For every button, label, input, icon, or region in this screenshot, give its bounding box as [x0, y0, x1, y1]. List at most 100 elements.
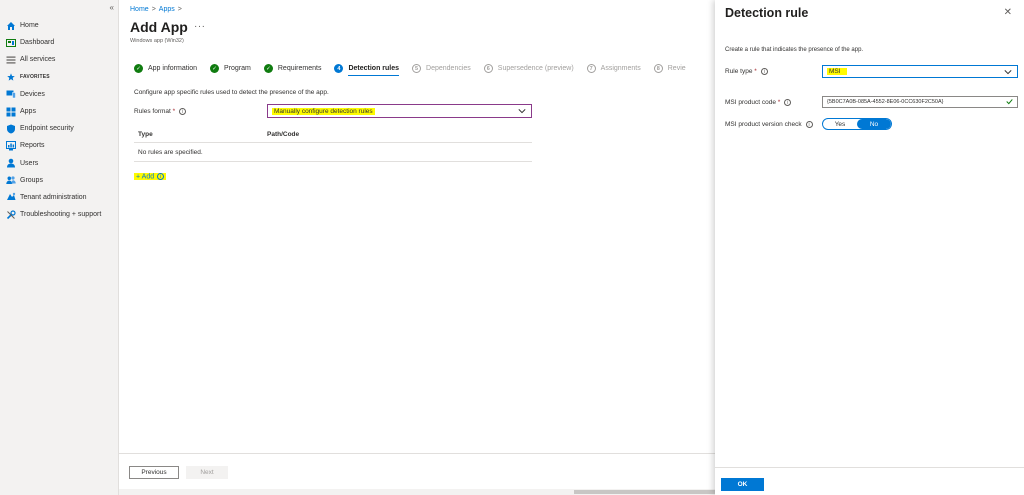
nav-item-dashboard[interactable]: Dashboard — [0, 34, 118, 51]
step-label: Requirements — [277, 65, 322, 72]
close-icon[interactable]: ✕ — [1004, 7, 1012, 18]
nav-item-label: Tenant administration — [20, 193, 87, 201]
step-number-icon: 5 — [412, 64, 422, 73]
breadcrumb-separator: > — [151, 6, 156, 13]
step-dependencies[interactable]: 5 Dependencies — [412, 64, 471, 73]
ok-button[interactable]: OK — [721, 478, 764, 491]
dashboard-icon — [6, 38, 16, 48]
breadcrumb: Home > Apps > — [130, 6, 185, 13]
breadcrumb-apps[interactable]: Apps — [159, 6, 175, 13]
product-code-label: MSI product code * i — [725, 99, 792, 107]
nav-item-label: Home — [20, 22, 39, 30]
nav-item-label: Groups — [20, 176, 43, 184]
step-number-icon: 7 — [586, 64, 596, 73]
panel-description: Create a rule that indicates the presenc… — [725, 47, 864, 53]
add-rule-link[interactable]: + Add i — [134, 173, 167, 181]
info-icon[interactable]: i — [784, 99, 792, 106]
step-program[interactable]: ✓ Program — [210, 64, 251, 73]
step-label: Detection rules — [348, 65, 400, 77]
panel-footer: OK — [715, 467, 1024, 495]
nav-item-label: Troubleshooting + support — [20, 211, 102, 219]
info-icon[interactable]: i — [805, 121, 813, 128]
nav-item-label: Dashboard — [20, 39, 55, 47]
previous-button[interactable]: Previous — [129, 466, 179, 479]
table-empty-row: No rules are specified. — [134, 143, 532, 162]
rule-type-label: Rule type * i — [725, 68, 768, 75]
nav-item-groups[interactable]: Groups — [0, 172, 118, 189]
version-check-label: MSI product version check i — [725, 121, 813, 128]
list-icon — [6, 55, 16, 65]
nav-item-label: Devices — [20, 90, 45, 98]
collapse-nav-icon[interactable]: « — [110, 3, 114, 12]
nav-item-devices[interactable]: Devices — [0, 86, 118, 103]
info-icon[interactable]: i — [179, 108, 187, 115]
nav-item-home[interactable]: Home — [0, 17, 118, 34]
info-icon[interactable]: i — [157, 173, 165, 180]
favorites-header: FAVORITES — [0, 69, 118, 86]
nav-item-tenant-administration[interactable]: Tenant administration — [0, 189, 118, 206]
step-assignments[interactable]: 7 Assignments — [586, 64, 641, 73]
rule-type-dropdown[interactable]: MSI — [822, 65, 1018, 78]
nav-item-users[interactable]: Users — [0, 155, 118, 172]
user-icon — [6, 158, 16, 168]
nav-item-all-services[interactable]: All services — [0, 51, 118, 68]
home-icon — [6, 21, 16, 31]
step-detection-rules[interactable]: 4 Detection rules — [334, 64, 400, 77]
required-marker: * — [777, 99, 781, 107]
version-check-toggle[interactable]: Yes No — [822, 118, 892, 130]
step-app-information[interactable]: ✓ App information — [134, 64, 197, 73]
check-icon: ✓ — [210, 64, 220, 73]
detection-rule-panel: Detection rule ✕ Create a rule that indi… — [715, 0, 1024, 495]
nav-item-reports[interactable]: Reports — [0, 137, 118, 154]
left-nav: « Home Dashboard All services FAVORITES — [0, 0, 119, 495]
version-check-label-text: MSI product version check — [725, 121, 802, 129]
nav-item-label: Endpoint security — [20, 125, 74, 133]
next-button[interactable]: Next — [186, 466, 228, 479]
page-subtitle: Windows app (Win32) — [130, 38, 184, 44]
breadcrumb-home[interactable]: Home — [130, 6, 149, 13]
tools-icon — [6, 210, 16, 220]
step-label: Supersedence (preview) — [497, 65, 574, 72]
add-rule-label: + Add — [136, 173, 155, 181]
nav-item-endpoint-security[interactable]: Endpoint security — [0, 120, 118, 137]
shield-icon — [6, 124, 16, 134]
nav-item-label: Users — [20, 159, 39, 167]
apps-icon — [6, 107, 16, 117]
wizard-footer: Previous Next — [119, 453, 715, 489]
toggle-yes[interactable]: Yes — [823, 119, 857, 129]
table-header: Type Path/Code — [134, 127, 532, 143]
step-number-icon: 4 — [334, 64, 344, 73]
step-supersedence[interactable]: 6 Supersedence (preview) — [483, 64, 574, 73]
check-icon: ✓ — [263, 64, 273, 73]
scrollbar-thumb[interactable] — [574, 490, 715, 494]
nav-item-troubleshooting[interactable]: Troubleshooting + support — [0, 206, 118, 223]
step-review[interactable]: 8 Revie — [653, 64, 686, 73]
nav-item-label: Reports — [20, 142, 45, 150]
groups-icon — [6, 175, 16, 185]
column-path-code: Path/Code — [267, 131, 300, 138]
wizard-steps: ✓ App information ✓ Program ✓ Requirements … — [134, 64, 699, 77]
product-code-label-text: MSI product code — [725, 99, 776, 107]
rules-table: Type Path/Code No rules are specified. — [134, 127, 532, 162]
rules-format-dropdown[interactable]: Manually configure detection rules — [267, 104, 532, 118]
horizontal-scrollbar[interactable] — [119, 489, 715, 495]
required-marker: * — [754, 68, 757, 76]
step-label: Program — [224, 65, 251, 72]
step-label: Dependencies — [426, 65, 471, 72]
step-label: Assignments — [600, 65, 641, 72]
check-icon: ✓ — [134, 64, 143, 73]
toggle-no[interactable]: No — [857, 119, 891, 129]
product-code-input[interactable]: {5B0C7A0B-085A-4552-8E06-0CC630F2C50A} — [822, 96, 1018, 108]
page-title: Add App — [130, 19, 188, 35]
step-requirements[interactable]: ✓ Requirements — [263, 64, 322, 73]
product-code-value: {5B0C7A0B-085A-4552-8E06-0CC630F2C50A} — [827, 99, 944, 105]
valid-check-icon — [1006, 98, 1013, 107]
nav-item-apps[interactable]: Apps — [0, 103, 118, 120]
panel-title: Detection rule — [725, 6, 809, 20]
rules-format-value: Manually configure detection rules — [272, 107, 375, 115]
nav-item-label: Apps — [20, 108, 36, 116]
more-options-icon[interactable]: ··· — [194, 21, 206, 32]
nav-list: Home Dashboard All services FAVORITES De… — [0, 17, 118, 223]
info-icon[interactable]: i — [760, 68, 768, 75]
breadcrumb-separator: > — [177, 6, 182, 13]
